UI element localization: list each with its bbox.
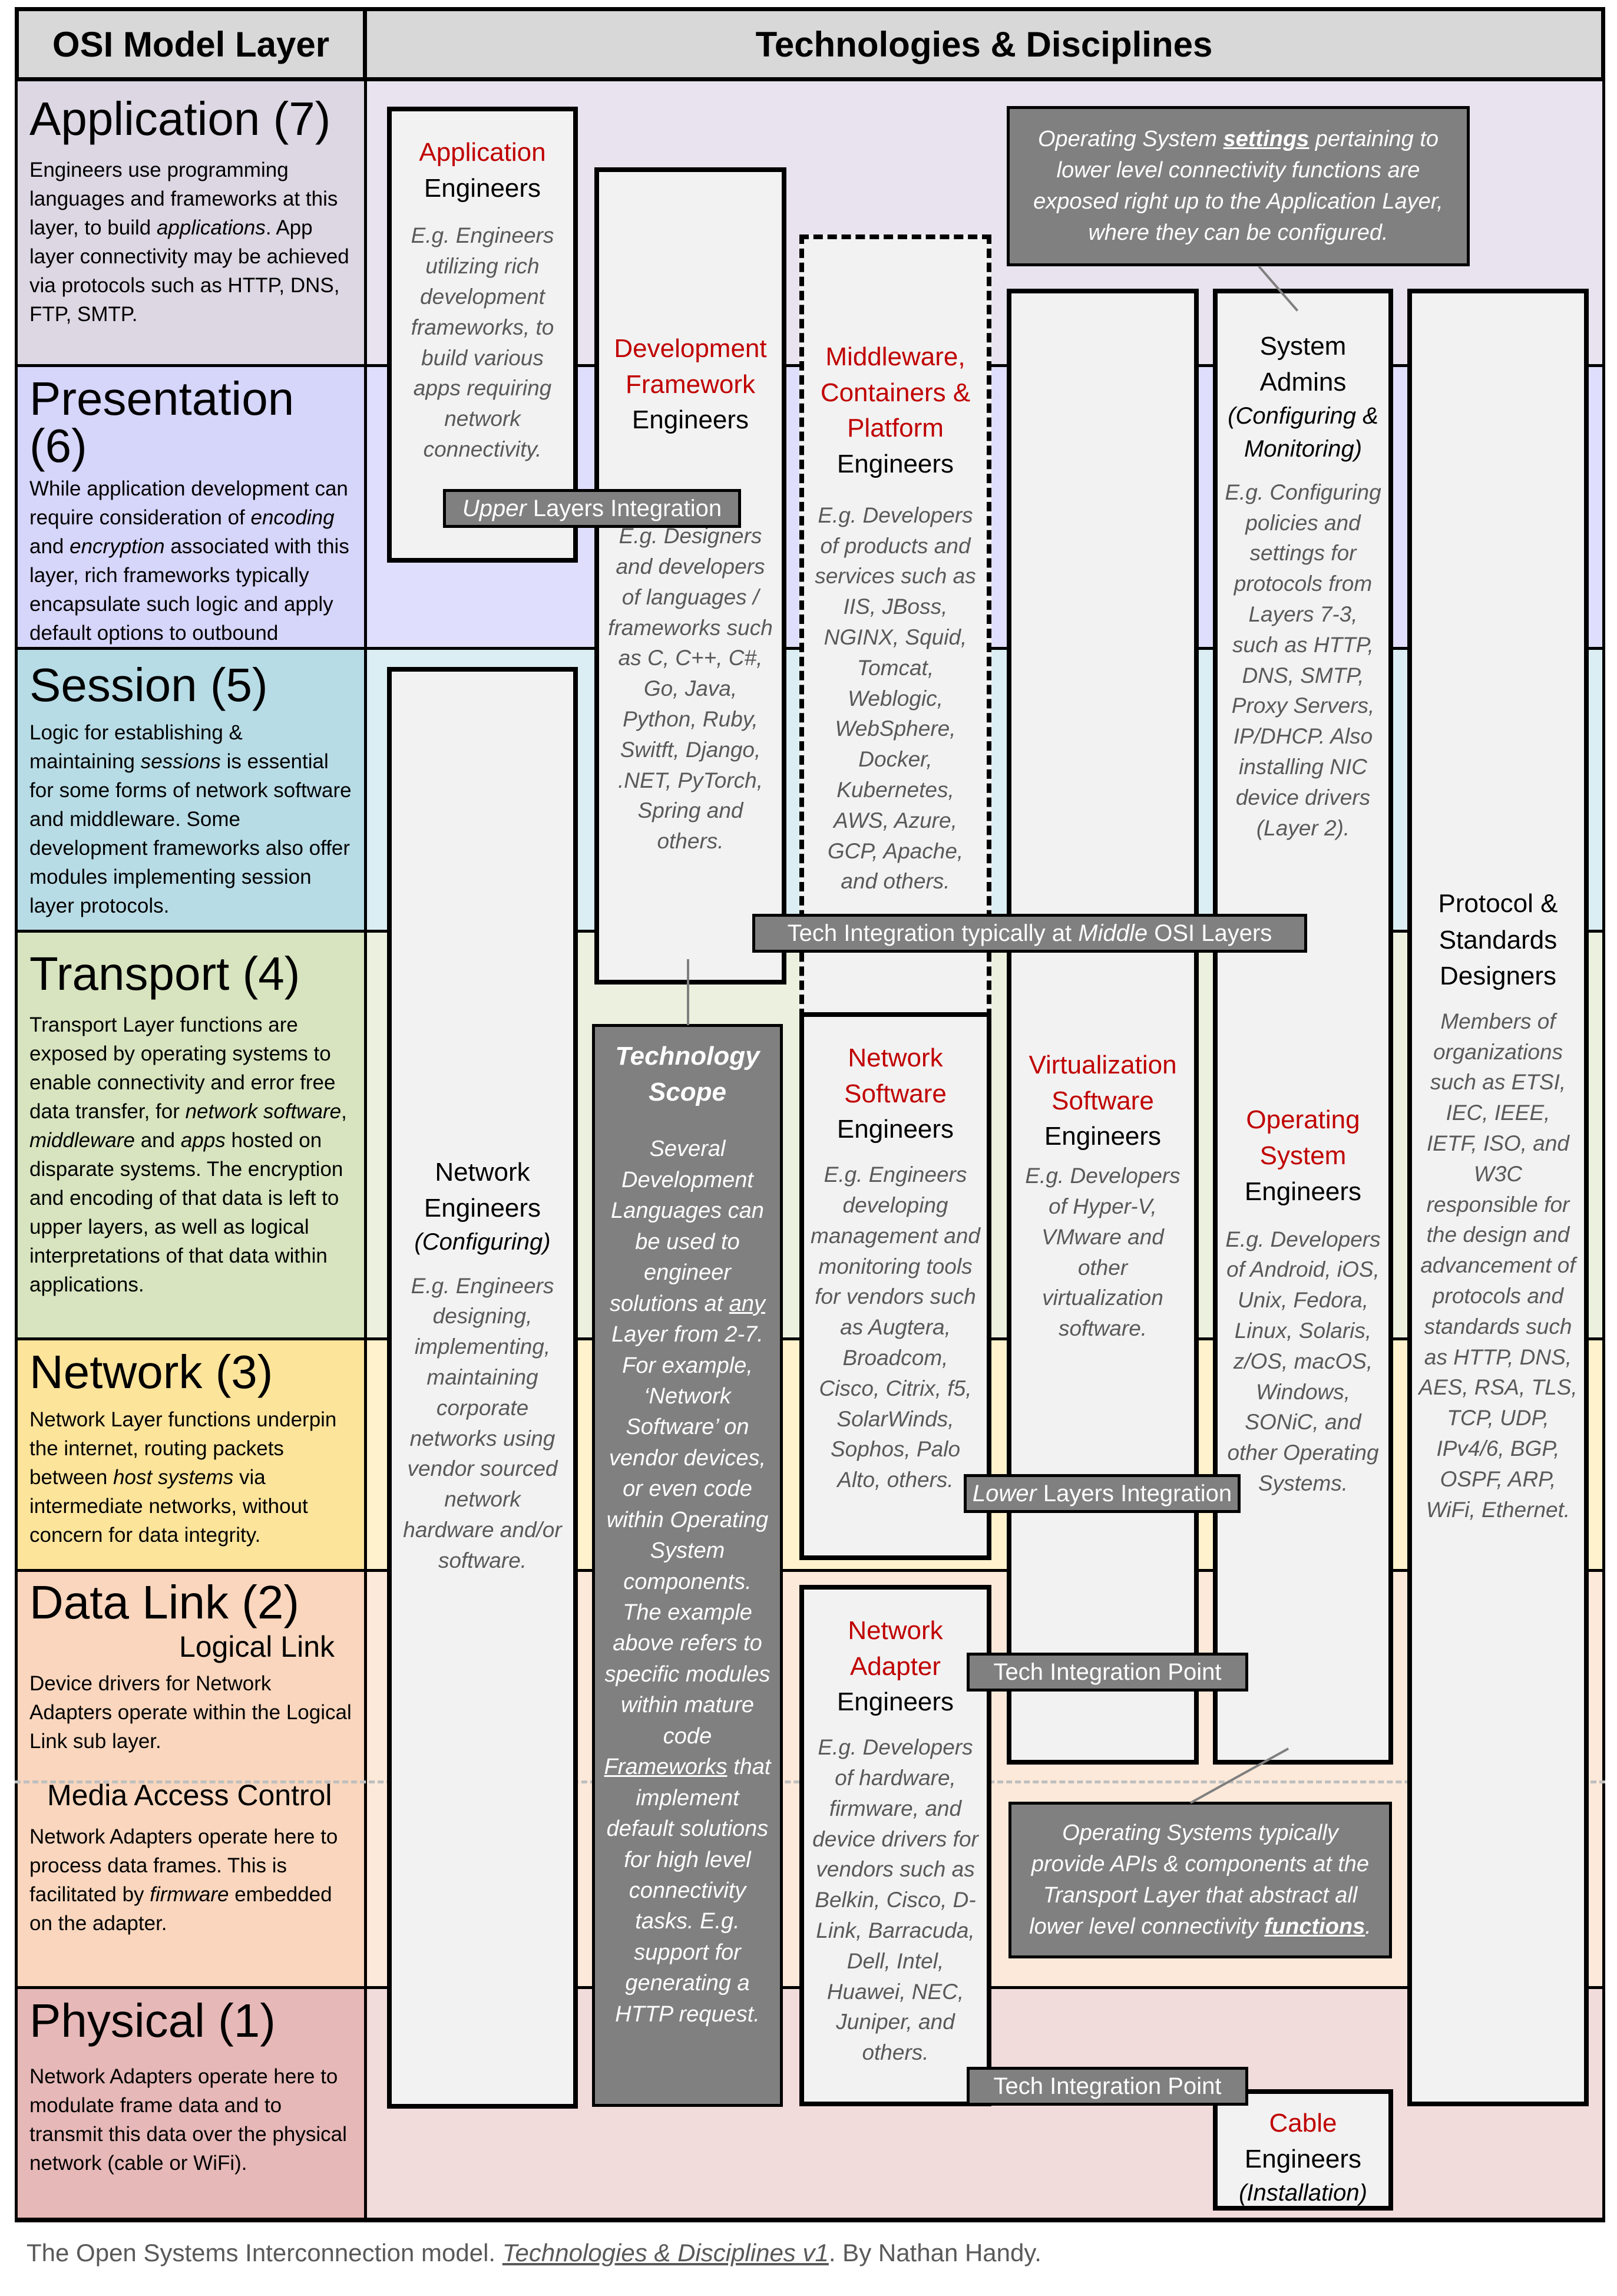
layer-network: Network (3) Network Layer functions unde…: [15, 1337, 367, 1572]
role-protocol-designers: Protocol & Standards Designers Members o…: [1407, 289, 1589, 2106]
role-example: E.g. Developers of hardware, firmware, a…: [812, 1735, 978, 2065]
sublayer-title-logical-link: Logical Link: [178, 1630, 335, 1663]
layer-description: Transport Layer functions are exposed by…: [29, 1013, 347, 1296]
connector-line-scope: [687, 959, 689, 1025]
role-example: E.g. Developers of Hyper-V, VMware and o…: [1025, 1164, 1180, 1341]
technology-scope-panel: Technology Scope Several Development Lan…: [592, 1024, 783, 2107]
role-dev-framework-engineers: Development Framework Engineers E.g. Desi…: [594, 167, 786, 985]
tag-tech-integration-point-2: Tech Integration Point: [967, 2067, 1248, 2106]
layer-title: Transport (4): [29, 947, 300, 1000]
role-example-os: E.g. Developers of Android, iOS, Unix, F…: [1225, 1227, 1381, 1495]
role-example: E.g. Engineers developing management and…: [811, 1162, 980, 1492]
role-example: E.g. Developers of products and services…: [815, 503, 976, 894]
role-network-adapter-engineers: Network Adapter Engineers E.g. Developers…: [799, 1585, 991, 2106]
layer-physical: Physical (1) Network Adapters operate he…: [15, 1986, 367, 2222]
role-example: E.g. Configuring policies and settings f…: [1225, 480, 1381, 840]
layer-data-link: Data Link (2) Logical Link Device driver…: [15, 1569, 367, 1989]
layer-title: Physical (1): [29, 1994, 276, 2047]
layer-presentation: Presentation (6) While application devel…: [15, 364, 367, 673]
role-virtualization-engineers: Virtualization Software Engineers E.g. De…: [1007, 289, 1199, 1765]
layer-description: Engineers use programming languages and …: [29, 158, 349, 326]
layer-description: Logic for establishing & maintaining ses…: [29, 721, 352, 917]
sublayer-description-logical-link: Device drivers for Network Adapters oper…: [29, 1672, 352, 1753]
layer-title: Application (7): [29, 92, 331, 145]
footer-link[interactable]: Technologies & Disciplines v1: [502, 2239, 829, 2267]
role-system-admins: System Admins (Configuring & Monitoring) …: [1213, 289, 1393, 1765]
sublayer-description-mac: Network Adapters operate here to process…: [29, 1825, 338, 1935]
role-example: E.g. Designers and developers of languag…: [608, 524, 773, 854]
sublayer-title-mac: Media Access Control: [47, 1779, 332, 1812]
callout-os-apis: Operating Systems typically provide APIs…: [1008, 1802, 1392, 1958]
layer-description: Network Layer functions underpin the int…: [29, 1408, 337, 1547]
header-right-title: Technologies & Disciplines: [755, 24, 1213, 64]
role-example: E.g. Engineers designing, implementing, …: [403, 1273, 562, 1572]
tag-tech-integration-point-1: Tech Integration Point: [967, 1653, 1248, 1692]
layer-title: Session (5): [29, 659, 268, 711]
technology-scope-title: Technology Scope: [615, 1042, 760, 1106]
role-middleware-engineers: Middleware, Containers & Platform Enginee…: [799, 234, 991, 1018]
callout-os-settings: Operating System settings pertaining to …: [1007, 106, 1470, 266]
role-example: E.g. Engineers utilizing rich developmen…: [411, 223, 554, 462]
layer-session: Session (5) Logic for establishing & mai…: [15, 647, 367, 933]
layer-application: Application (7) Engineers use programmin…: [15, 78, 367, 367]
tag-middle-layers-integration: Tech Integration typically at Middle OSI…: [752, 914, 1307, 953]
layer-title: Network (3): [29, 1346, 273, 1398]
layer-transport: Transport (4) Transport Layer functions …: [15, 930, 367, 1340]
layer-description: Network Adapters operate here to modulat…: [29, 2065, 347, 2175]
role-cable-engineers: Cable Engineers (Installation): [1213, 2089, 1393, 2211]
technology-scope-body: Several Development Languages can be use…: [604, 1137, 771, 2027]
layer-title: Presentation (6): [29, 372, 295, 472]
tag-upper-layers-integration: Upper Layers Integration: [443, 489, 741, 528]
footer-caption: The Open Systems Interconnection model. …: [27, 2239, 1041, 2267]
header-technologies-disciplines: Technologies & Disciplines: [363, 7, 1605, 81]
header-osi-model-layer: OSI Model Layer: [15, 7, 367, 81]
role-network-software-engineers: Network Software Engineers E.g. Engineers…: [799, 1012, 991, 1560]
role-network-engineers: Network Engineers (Configuring) E.g. Engi…: [387, 667, 578, 2109]
tag-lower-layers-integration: Lower Layers Integration: [964, 1474, 1241, 1513]
layer-description: While application development can requir…: [29, 477, 349, 673]
header-left-title: OSI Model Layer: [52, 24, 330, 64]
role-example: Members of organizations such as ETSI, I…: [1418, 1009, 1578, 1522]
layer-title: Data Link (2): [29, 1576, 299, 1628]
